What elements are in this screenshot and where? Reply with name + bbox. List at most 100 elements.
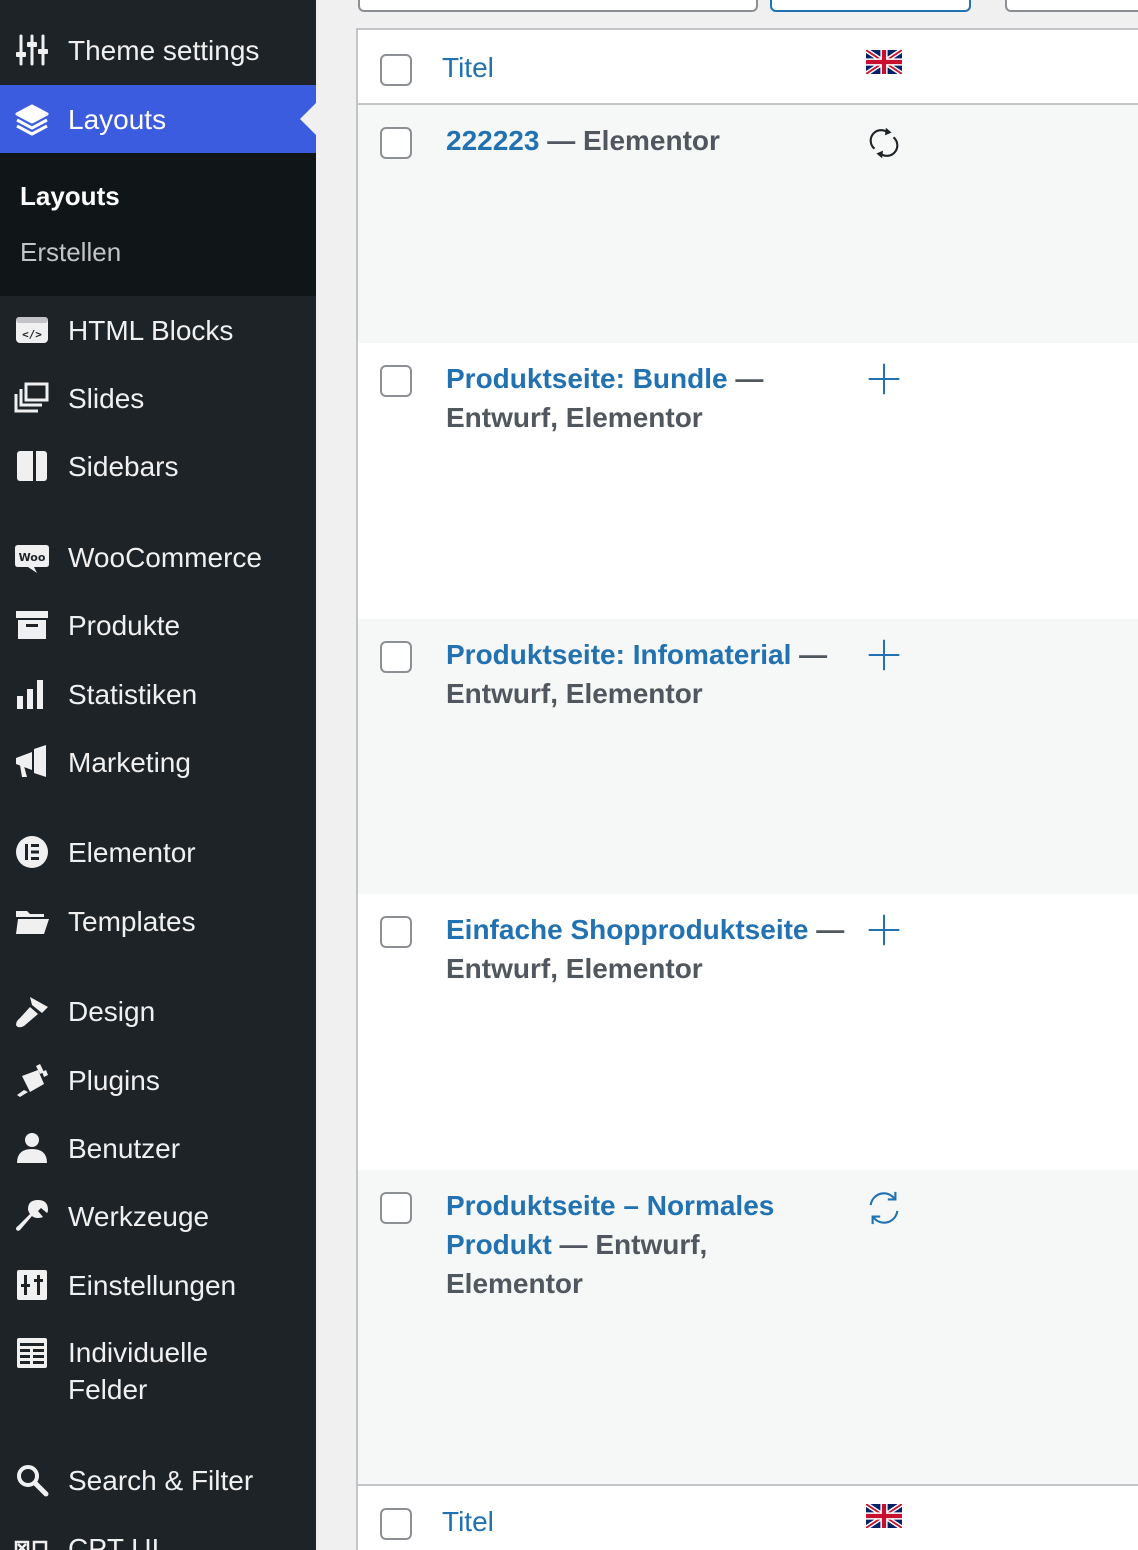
menu-label: WooCommerce: [68, 541, 262, 573]
main-content: Titel 222223 — Elementor Produktseite: B…: [316, 0, 1138, 1550]
menu-label: Templates: [68, 905, 196, 937]
menu-label: Theme settings: [68, 34, 260, 66]
row-title-cell: Produktseite: Infomaterial — Entwurf, El…: [446, 635, 846, 713]
row-title-link[interactable]: Produktseite: Infomaterial: [446, 639, 791, 670]
layouts-table: Titel 222223 — Elementor Produktseite: B…: [356, 28, 1138, 1550]
table-header: Titel: [358, 30, 1138, 105]
html-block-icon: </>: [13, 311, 51, 349]
table-row: Produktseite: Infomaterial — Entwurf, El…: [358, 619, 1138, 894]
plus-icon[interactable]: [864, 359, 904, 399]
menu-cpt-ui[interactable]: CPT UI: [0, 1514, 316, 1550]
uk-flag-icon[interactable]: [866, 1504, 902, 1528]
menu-label: Produkte: [68, 609, 181, 641]
menu-theme-settings[interactable]: Theme settings: [0, 16, 316, 84]
row-checkbox[interactable]: [380, 1192, 412, 1224]
menu-label: Sidebars: [68, 450, 179, 482]
plus-icon[interactable]: [864, 910, 904, 950]
row-checkbox[interactable]: [380, 365, 412, 397]
submenu-layouts[interactable]: Layouts: [20, 181, 120, 212]
submenu-erstellen[interactable]: Erstellen: [20, 237, 121, 268]
row-title-cell: Einfache Shopproduktseite — Entwurf, Ele…: [446, 910, 846, 988]
filter-select-2[interactable]: [1005, 0, 1138, 12]
column-title-header[interactable]: Titel: [442, 52, 494, 84]
menu-benutzer[interactable]: Benutzer: [0, 1114, 316, 1182]
menu-plugins[interactable]: Plugins: [0, 1046, 316, 1114]
table-row: Produktseite: Bundle — Entwurf, Elemento…: [358, 343, 1138, 619]
menu-elementor[interactable]: Elementor: [0, 818, 316, 886]
menu-html-blocks[interactable]: </> HTML Blocks: [0, 296, 316, 364]
menu-label-line2: Felder: [68, 1374, 148, 1405]
menu-templates[interactable]: Templates: [0, 887, 316, 955]
menu-marketing[interactable]: Marketing: [0, 728, 316, 796]
row-title-cell: Produktseite: Bundle — Entwurf, Elemento…: [446, 359, 846, 437]
layouts-submenu: Layouts Erstellen: [0, 153, 316, 296]
menu-label: Individuelle: [68, 1337, 209, 1368]
user-icon: [13, 1129, 51, 1167]
sync-icon[interactable]: [864, 123, 904, 163]
sliders-icon: [13, 31, 51, 69]
row-state: — Elementor: [539, 125, 720, 156]
table-row: Einfache Shopproduktseite — Entwurf, Ele…: [358, 894, 1138, 1170]
menu-individuelle-felder[interactable]: Individuelle Felder: [0, 1320, 316, 1410]
plus-icon[interactable]: [864, 635, 904, 675]
admin-sidebar: Theme settings Layouts Layouts Erstellen…: [0, 0, 316, 1550]
brush-icon: [13, 992, 51, 1030]
menu-layouts[interactable]: Layouts: [0, 85, 316, 153]
layers-icon: [13, 100, 51, 138]
table-row: 222223 — Elementor: [358, 105, 1138, 343]
row-title-cell: 222223 — Elementor: [446, 121, 846, 160]
menu-slides[interactable]: Slides: [0, 364, 316, 432]
wrench-icon: [13, 1197, 51, 1235]
menu-label: Design: [68, 995, 156, 1027]
elementor-icon: [13, 833, 51, 871]
settings-icon: [13, 1266, 51, 1304]
row-title-link[interactable]: Produktseite: Bundle: [446, 363, 728, 394]
menu-search-filter[interactable]: Search & Filter: [0, 1446, 316, 1514]
menu-label: CPT UI: [68, 1532, 160, 1550]
menu-label: Werkzeuge: [68, 1200, 210, 1232]
row-title-cell: Produktseite – Normales Produkt — Entwur…: [446, 1186, 806, 1303]
menu-woocommerce[interactable]: Woo WooCommerce: [0, 523, 316, 591]
table-row: Produktseite – Normales Produkt — Entwur…: [358, 1170, 1138, 1484]
svg-text:Woo: Woo: [19, 551, 46, 564]
menu-label: HTML Blocks: [68, 314, 234, 346]
menu-label: Elementor: [68, 836, 196, 868]
column-title-footer[interactable]: Titel: [442, 1506, 494, 1538]
megaphone-icon: [13, 743, 51, 781]
menu-sidebars[interactable]: Sidebars: [0, 432, 316, 500]
menu-label: Slides: [68, 382, 145, 414]
filter-button[interactable]: [770, 0, 971, 12]
slides-icon: [13, 379, 51, 417]
row-title-link[interactable]: 222223: [446, 125, 539, 156]
menu-werkzeuge[interactable]: Werkzeuge: [0, 1182, 316, 1250]
row-checkbox[interactable]: [380, 916, 412, 948]
menu-produkte[interactable]: Produkte: [0, 591, 316, 659]
plug-icon: [13, 1061, 51, 1099]
select-all-checkbox[interactable]: [380, 54, 412, 86]
menu-einstellungen[interactable]: Einstellungen: [0, 1251, 316, 1319]
woo-icon: Woo: [13, 538, 51, 576]
folder-icon: [13, 902, 51, 940]
select-all-checkbox-footer[interactable]: [380, 1508, 412, 1540]
table-footer: Titel: [358, 1484, 1138, 1550]
menu-label: Benutzer: [68, 1132, 181, 1164]
archive-icon: [13, 606, 51, 644]
svg-text:</>: </>: [22, 328, 42, 341]
row-checkbox[interactable]: [380, 127, 412, 159]
menu-statistiken[interactable]: Statistiken: [0, 660, 316, 728]
filter-select[interactable]: [358, 0, 758, 12]
fields-icon: [13, 1334, 51, 1372]
search-icon: [13, 1461, 51, 1499]
menu-label: Search & Filter: [68, 1464, 254, 1496]
menu-label: Statistiken: [68, 678, 198, 710]
refresh-icon[interactable]: [864, 1188, 904, 1228]
row-title-link[interactable]: Einfache Shopproduktseite: [446, 914, 809, 945]
menu-label: Marketing: [68, 746, 191, 778]
row-checkbox[interactable]: [380, 641, 412, 673]
bar-chart-icon: [13, 675, 51, 713]
uk-flag-icon[interactable]: [866, 50, 902, 74]
menu-label: Einstellungen: [68, 1269, 237, 1301]
cpt-icon: [13, 1529, 51, 1550]
menu-design[interactable]: Design: [0, 977, 316, 1045]
menu-label: Plugins: [68, 1064, 160, 1096]
